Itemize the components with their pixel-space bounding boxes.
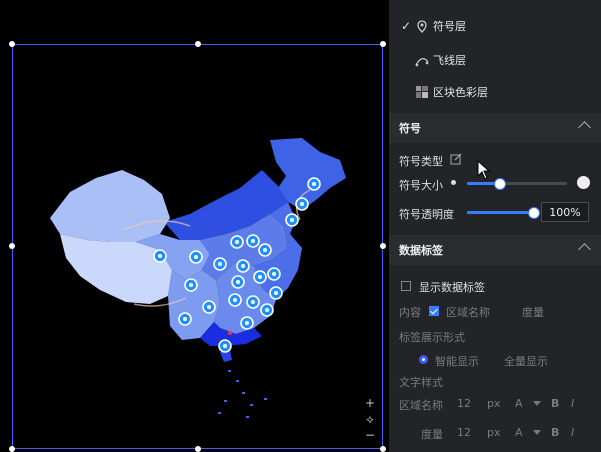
symbol-opacity-slider-knob[interactable] <box>528 207 540 219</box>
display-form-label: 标签展示形式 <box>399 331 465 344</box>
show-data-label-checkbox[interactable] <box>401 281 411 291</box>
block-color-icon <box>415 85 429 99</box>
symbol-size-label: 符号大小 <box>399 179 443 192</box>
edit-icon[interactable] <box>450 153 462 168</box>
bold-button[interactable]: B <box>551 397 559 410</box>
chevron-down-icon[interactable] <box>533 401 541 406</box>
map-pin-icon <box>415 19 429 33</box>
selection-box[interactable] <box>12 44 383 449</box>
resize-handle-ml[interactable] <box>9 243 15 249</box>
resize-handle-tr[interactable] <box>380 41 386 47</box>
mouse-cursor-icon <box>477 160 491 180</box>
style-row-name: 区域名称 <box>399 399 443 412</box>
layer-item-symbol[interactable]: ✓ 符号层 <box>389 12 601 40</box>
font-size-input[interactable]: 12 <box>457 397 471 410</box>
font-size-input[interactable]: 12 <box>457 426 471 439</box>
resize-handle-bl[interactable] <box>9 446 15 452</box>
font-size-unit: px <box>487 426 501 439</box>
map-canvas[interactable]: + ⟡ − <box>0 0 389 452</box>
font-color-button[interactable]: A <box>515 397 523 410</box>
smart-display-option: 智能显示 <box>435 355 479 368</box>
italic-button[interactable]: I <box>571 397 574 410</box>
layer-item-flyline[interactable]: 飞线层 <box>389 46 601 74</box>
resize-handle-mr[interactable] <box>380 243 386 249</box>
check-icon: ✓ <box>401 19 412 33</box>
smart-display-radio[interactable] <box>419 355 428 364</box>
resize-handle-tl[interactable] <box>9 41 15 47</box>
symbol-size-slider-knob[interactable] <box>494 178 506 190</box>
symbol-opacity-slider-fill <box>467 211 533 214</box>
layer-label: 飞线层 <box>433 54 466 67</box>
resize-handle-tc[interactable] <box>195 41 201 47</box>
layer-item-block-color[interactable]: 区块色彩层 <box>389 78 601 106</box>
layer-label: 符号层 <box>433 20 466 33</box>
large-size-icon <box>577 176 590 189</box>
data-label-section-header[interactable]: 数据标签 <box>389 235 601 265</box>
region-name-checkbox[interactable] <box>429 306 439 316</box>
bold-button[interactable]: B <box>551 426 559 439</box>
resize-handle-br[interactable] <box>380 446 386 452</box>
text-style-label: 文字样式 <box>399 376 443 389</box>
chevron-down-icon[interactable] <box>533 430 541 435</box>
font-size-unit: px <box>487 397 501 410</box>
section-title: 符号 <box>399 122 421 135</box>
symbol-opacity-input[interactable]: 100% <box>541 202 589 222</box>
measure-option: 度量 <box>522 306 544 319</box>
show-data-label-text: 显示数据标签 <box>419 281 485 294</box>
region-name-option: 区域名称 <box>446 306 490 319</box>
font-color-button[interactable]: A <box>515 426 523 439</box>
symbol-opacity-label: 符号透明度 <box>399 208 454 221</box>
flyline-icon <box>415 53 429 67</box>
small-size-icon <box>451 180 456 185</box>
chevron-up-icon[interactable] <box>578 121 591 134</box>
layer-label: 区块色彩层 <box>433 86 488 99</box>
resize-handle-bc[interactable] <box>195 446 201 452</box>
chevron-up-icon[interactable] <box>578 243 591 256</box>
style-row-name: 度量 <box>421 428 443 441</box>
settings-panel: ✓ 符号层 飞线层 区块色彩层 符号 符号类型 符号大小 符号透明度 100% … <box>389 0 601 452</box>
italic-button[interactable]: I <box>571 426 574 439</box>
content-label: 内容 <box>399 306 421 319</box>
symbol-type-label: 符号类型 <box>399 155 443 168</box>
section-title: 数据标签 <box>399 244 443 257</box>
full-display-option[interactable]: 全量显示 <box>504 353 548 369</box>
symbol-section-header[interactable]: 符号 <box>389 113 601 143</box>
